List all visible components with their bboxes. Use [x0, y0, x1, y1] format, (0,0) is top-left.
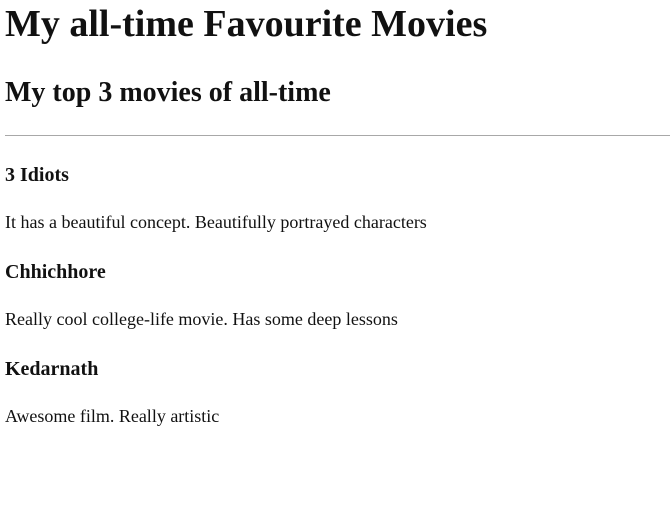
movie-title-kedarnath: Kedarnath — [5, 358, 99, 380]
movie-title-3-idiots: 3 Idiots — [5, 164, 69, 186]
movie-description-3-idiots: It has a beautiful concept. Beautifully … — [5, 212, 427, 232]
movie-page: My all-time Favourite Movies My top 3 mo… — [0, 0, 670, 520]
movie-description-chhichhore: Really cool college-life movie. Has some… — [5, 309, 398, 329]
section-divider — [5, 135, 670, 136]
movie-description-kedarnath: Awesome film. Really artistic — [5, 406, 220, 426]
page-title: My all-time Favourite Movies — [5, 3, 488, 45]
page-subtitle: My top 3 movies of all-time — [5, 77, 331, 108]
movie-title-chhichhore: Chhichhore — [5, 261, 106, 283]
